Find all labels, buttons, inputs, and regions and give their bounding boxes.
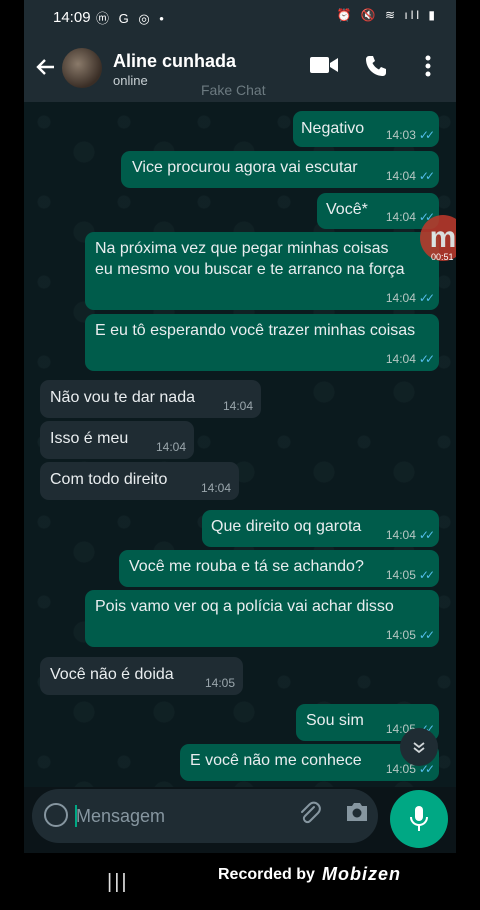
message-bubble[interactable]: Que direito oq garota 14:04 ✓✓ — [202, 510, 439, 547]
message-meta: 14:04 ✓✓ — [385, 528, 435, 542]
message-bubble[interactable]: Com todo direito 14:04 — [40, 462, 239, 500]
message-text: Você* — [326, 201, 368, 218]
camera-icon[interactable] — [344, 801, 370, 829]
message-time: 14:04 — [222, 399, 253, 413]
message-time: 14:04 — [385, 291, 416, 305]
message-text: Negativo — [301, 120, 365, 137]
recorded-by-label: Recorded by — [218, 866, 315, 883]
message-text: Você não é doida — [50, 666, 174, 683]
message-time: 14:05 — [385, 568, 416, 582]
message-text: Vice procurou agora vai escutar — [132, 159, 358, 176]
recorder-brand: Mobizen — [322, 864, 401, 884]
avatar[interactable] — [62, 48, 102, 88]
message-bubble[interactable]: Você não é doida 14:05 — [40, 657, 243, 695]
message-time: 14:05 — [385, 628, 416, 642]
message-input[interactable]: Mensagem — [32, 789, 378, 843]
message-time: 14:04 — [385, 528, 416, 542]
message-text-line: Na próxima vez que pegar minhas coisas — [95, 240, 389, 257]
message-bubble[interactable]: Negativo 14:03 ✓✓ — [293, 111, 439, 147]
message-text: Sou sim — [306, 712, 364, 729]
message-meta: 14:05✓✓ — [385, 568, 435, 582]
emoji-icon[interactable] — [44, 803, 68, 827]
message-text: Isso é meu — [50, 430, 129, 447]
message-text: Não vou te dar nada — [50, 389, 195, 406]
message-time: 14:03 — [385, 128, 416, 142]
read-ticks-icon: ✓✓ — [418, 291, 435, 305]
system-status-icons: ⏰ 🔇 ≋ ıll ▮ — [336, 8, 438, 22]
message-text: Você me rouba e tá se achando? — [129, 558, 364, 575]
status-time: 14:09 — [53, 9, 91, 26]
recent-apps-icon[interactable]: ||| — [107, 871, 129, 894]
composer-bar: Mensagem — [24, 787, 456, 853]
message-text-line: eu mesmo vou buscar e te arranco na forç… — [95, 261, 405, 278]
message-meta: 14:04 ✓✓ — [385, 210, 435, 224]
message-text: Que direito oq garota — [211, 518, 362, 535]
back-arrow-icon[interactable] — [34, 56, 56, 84]
message-time: 14:04 — [155, 440, 186, 454]
message-text: E você não me conhece — [190, 752, 362, 769]
message-meta: 14:03 ✓✓ — [385, 128, 435, 142]
read-ticks-icon: ✓✓ — [418, 528, 435, 542]
message-bubble[interactable]: E eu tô esperando você trazer minhas coi… — [85, 314, 439, 371]
message-meta: 14:04 — [223, 399, 253, 413]
message-meta: 14:04 — [156, 440, 186, 454]
message-time: 14:04 — [385, 169, 416, 183]
message-meta: 14:05 — [205, 676, 235, 690]
message-text: Pois vamo ver oq a polícia vai achar dis… — [95, 598, 394, 615]
scroll-down-button[interactable] — [400, 728, 438, 766]
message-bubble[interactable]: Não vou te dar nada 14:04 — [40, 380, 261, 418]
contact-name[interactable]: Aline cunhada — [113, 51, 236, 72]
read-ticks-icon: ✓✓ — [418, 352, 435, 366]
message-bubble[interactable]: Você me rouba e tá se achando? 14:05 ✓✓ — [119, 550, 439, 587]
read-ticks-icon: ✓✓ — [418, 128, 435, 142]
notification-icons: ⓜ G ◎ • — [96, 11, 167, 26]
read-ticks-icon: ✓✓ — [418, 628, 435, 642]
message-placeholder: Mensagem — [76, 806, 166, 826]
message-list[interactable]: Negativo 14:03 ✓✓ Vice procurou agora vai… — [24, 102, 456, 787]
message-text: Com todo direito — [50, 471, 168, 488]
status-bar: 14:09 ⓜ G ◎ • ⏰ 🔇 ≋ ıll ▮ — [24, 0, 456, 36]
attach-icon[interactable] — [298, 801, 322, 833]
message-text: E eu tô esperando você trazer minhas coi… — [95, 322, 416, 339]
message-time: 14:04 — [385, 352, 416, 366]
fake-chat-watermark: Fake Chat — [201, 82, 266, 98]
microphone-button[interactable] — [390, 790, 448, 848]
message-meta: 14:04 ✓✓ — [385, 352, 435, 366]
phone-screen: 14:09 ⓜ G ◎ • ⏰ 🔇 ≋ ıll ▮ Aline cunhada … — [24, 0, 456, 853]
message-bubble[interactable]: Você* 14:04 ✓✓ — [317, 193, 439, 229]
message-bubble[interactable]: Vice procurou agora vai escutar 14:04 ✓✓ — [121, 151, 439, 188]
message-bubble[interactable]: Pois vamo ver oq a polícia vai achar dis… — [85, 590, 439, 647]
message-time: 14:04 — [385, 210, 416, 224]
message-bubble[interactable]: Na próxima vez que pegar minhas coisas e… — [85, 232, 439, 310]
video-call-icon[interactable] — [309, 54, 339, 81]
message-bubble[interactable]: Isso é meu 14:04 — [40, 421, 194, 459]
voice-call-icon[interactable] — [364, 54, 388, 83]
message-meta: 14:04 — [201, 481, 231, 495]
message-meta: 14:05✓✓ — [385, 628, 435, 642]
message-time: 14:04 — [200, 481, 231, 495]
read-ticks-icon: ✓✓ — [418, 169, 435, 183]
recorder-timer: 00:51 — [431, 252, 454, 262]
contact-status: online — [113, 73, 148, 88]
message-meta: 14:04 ✓✓ — [385, 169, 435, 183]
read-ticks-icon: ✓✓ — [418, 568, 435, 582]
message-meta: 14:04 ✓✓ — [385, 291, 435, 305]
message-time: 14:05 — [204, 676, 235, 690]
more-options-icon[interactable] — [424, 54, 432, 83]
